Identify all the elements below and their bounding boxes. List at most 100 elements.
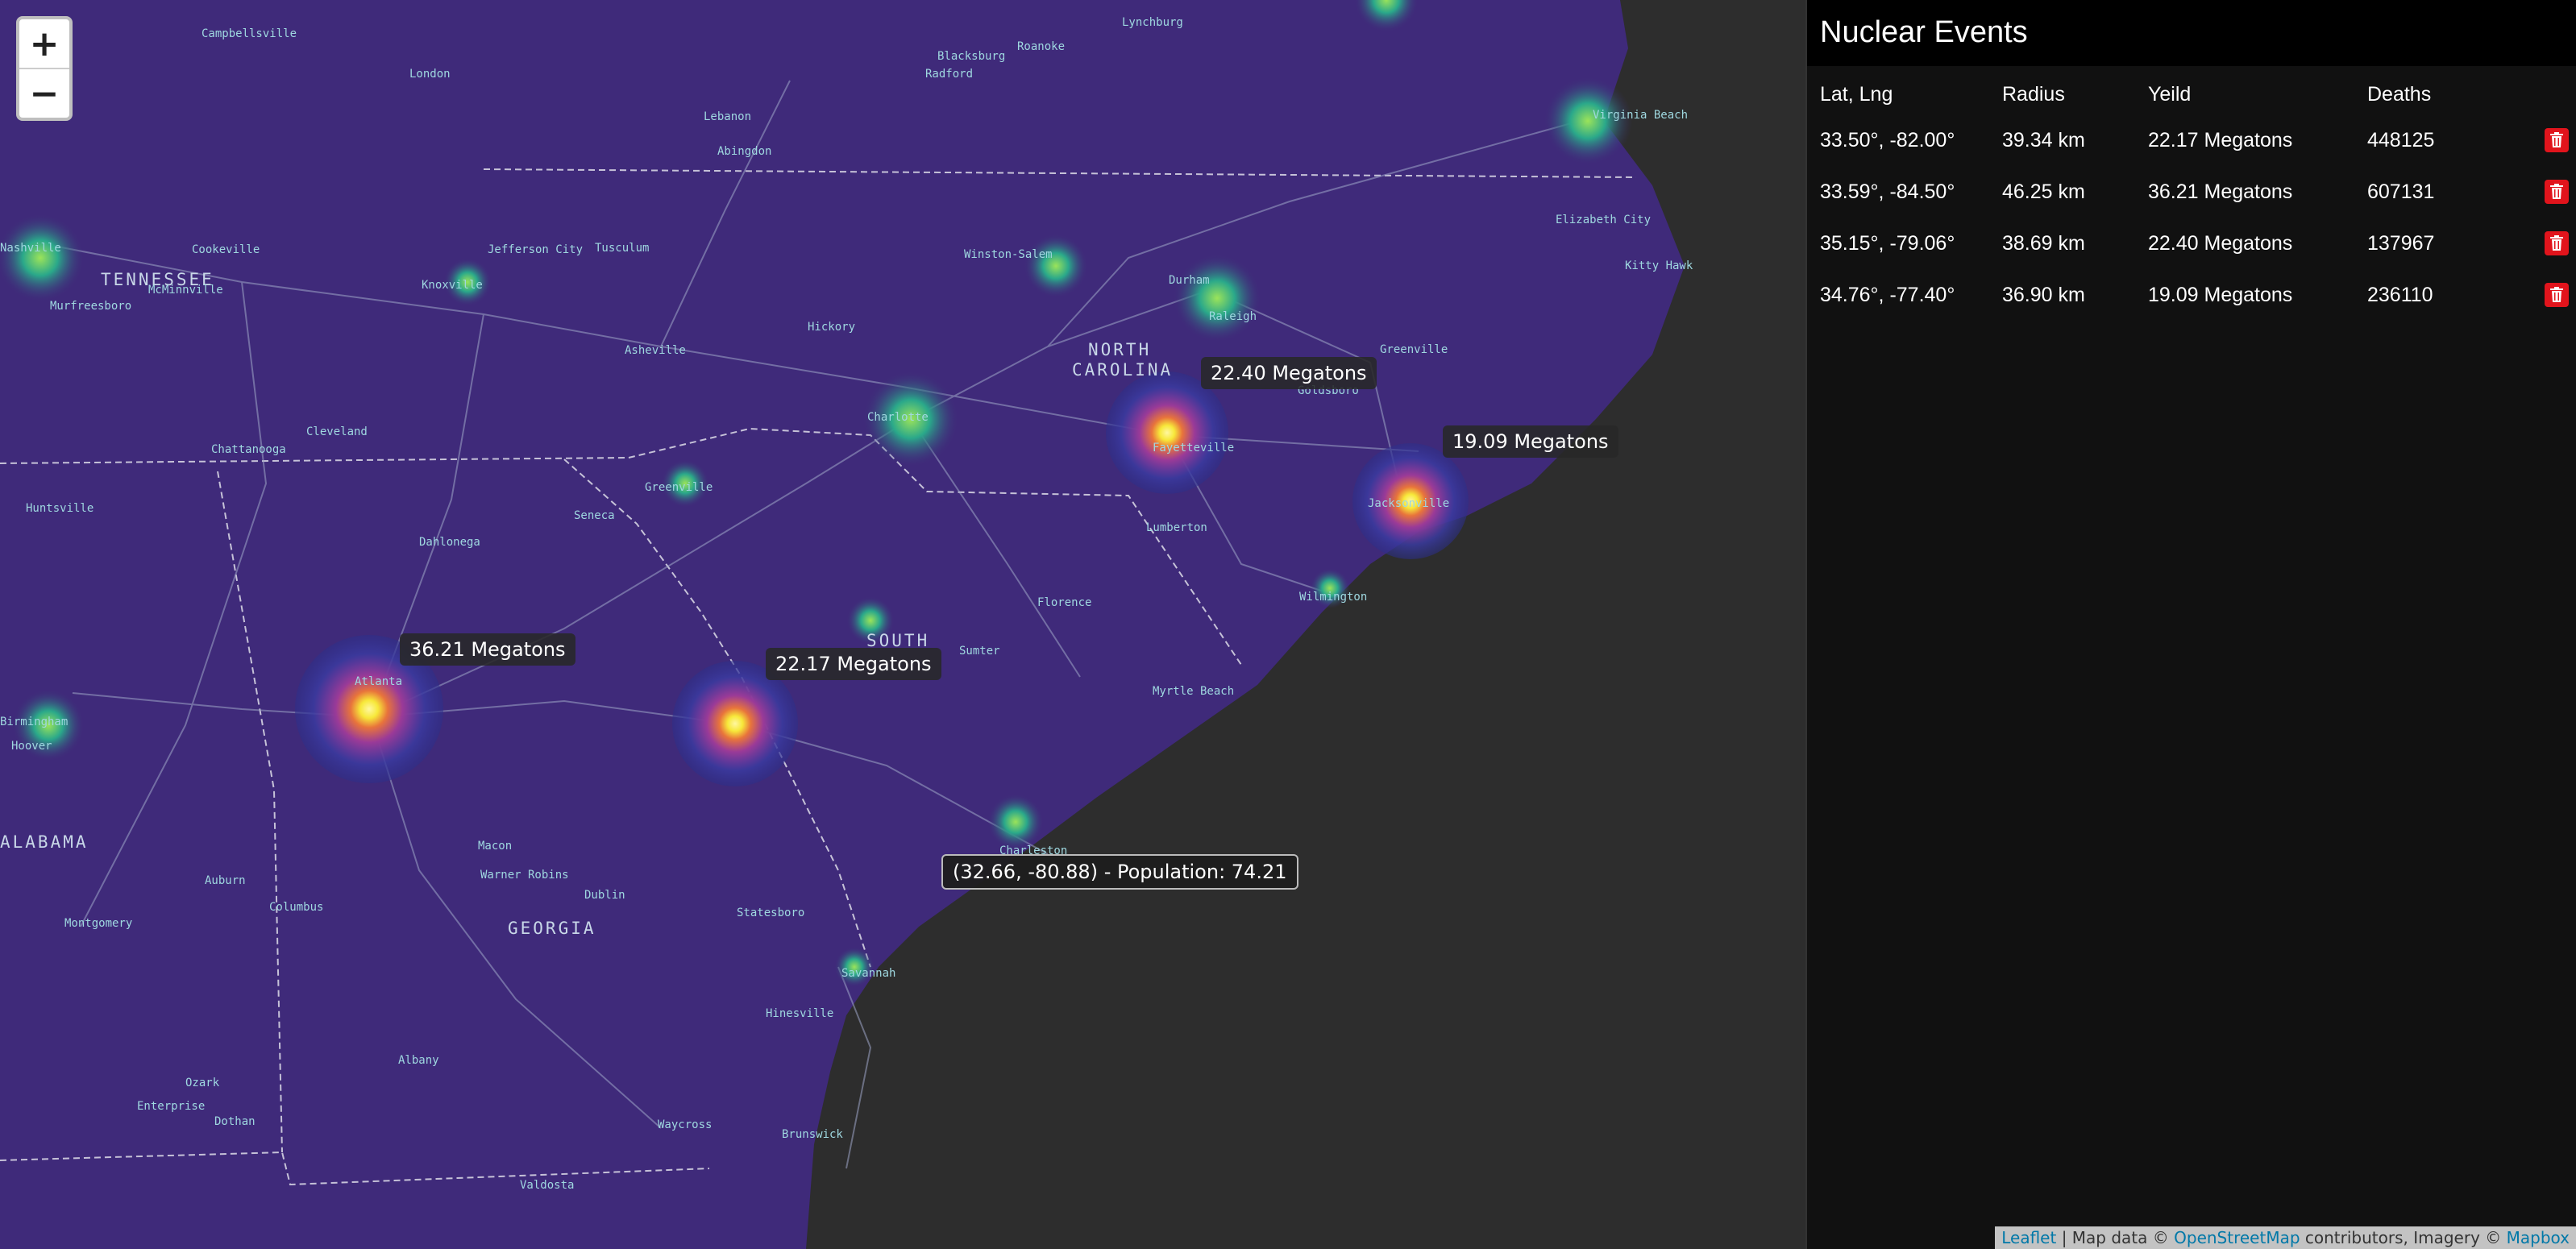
cell-actions: [2520, 114, 2569, 166]
app: TENNESSEE NORTH CAROLINA SOUTH GEORGIA A…: [0, 0, 2576, 1249]
city-label: Chattanooga: [211, 443, 286, 456]
city-label: Ozark: [185, 1077, 220, 1089]
cell-yield: 22.17 Megatons: [2148, 128, 2293, 151]
delete-button[interactable]: [2545, 231, 2569, 256]
city-label: Fayetteville: [1153, 442, 1235, 454]
city-label: Asheville: [625, 344, 686, 357]
city-label: Elizabeth City: [1556, 214, 1652, 226]
city-label: Jacksonville: [1368, 497, 1450, 510]
city-label: Jefferson City: [488, 243, 584, 256]
city-label: Lumberton: [1146, 521, 1207, 534]
cell-radius: 46.25 km: [2002, 180, 2085, 203]
city-label: Albany: [398, 1054, 439, 1067]
cell-yield: 22.40 Megatons: [2148, 231, 2293, 255]
city-label: Dothan: [214, 1115, 256, 1128]
city-label: Nashville: [0, 242, 61, 255]
city-label: Roanoke: [1017, 40, 1066, 53]
city-label: Dublin: [584, 889, 625, 902]
city-label: London: [409, 68, 451, 81]
city-label: Savannah: [841, 967, 896, 980]
city-label: Macon: [478, 840, 513, 853]
city-label: Abingdon: [717, 145, 772, 158]
cell-deaths: 448125: [2367, 128, 2435, 151]
city-label: Radford: [925, 68, 974, 81]
cell-deaths: 607131: [2367, 180, 2435, 203]
blast-tooltip: 22.40 Megatons: [1201, 357, 1377, 389]
column-header-actions: [2520, 74, 2569, 114]
city-label: Greenville: [1380, 343, 1448, 356]
cell-yield: 19.09 Megatons: [2148, 283, 2293, 306]
osm-link[interactable]: OpenStreetMap: [2174, 1228, 2300, 1247]
column-header-yield: Yeild: [2148, 82, 2192, 106]
city-label: McMinnville: [148, 284, 223, 297]
table-row: 35.15°, -79.06° 38.69 km 22.40 Megatons …: [1820, 218, 2569, 269]
city-label: Cookeville: [192, 243, 260, 256]
table-row: 33.50°, -82.00° 39.34 km 22.17 Megatons …: [1820, 114, 2569, 166]
city-label: Florence: [1037, 596, 1092, 609]
city-label: Campbellsville: [202, 27, 297, 40]
panel-title: Nuclear Events: [1807, 0, 2576, 66]
blast-tooltip: 22.17 Megatons: [766, 648, 941, 680]
zoom-out-button[interactable]: −: [19, 68, 69, 118]
attribution-text: contributors, Imagery ©: [2300, 1228, 2507, 1247]
trash-icon: [2550, 184, 2563, 200]
city-label: Columbus: [269, 901, 324, 914]
state-label: ALABAMA: [0, 832, 89, 852]
cell-radius: 39.34 km: [2002, 128, 2085, 151]
city-label: Greenville: [645, 481, 713, 494]
city-label: Raleigh: [1209, 310, 1257, 323]
city-label: Hinesville: [766, 1007, 834, 1020]
cell-yield: 36.21 Megatons: [2148, 180, 2293, 203]
cell-deaths: 236110: [2367, 283, 2433, 306]
trash-icon: [2550, 287, 2563, 303]
cell-deaths: 137967: [2367, 231, 2435, 255]
city-label: Charlotte: [867, 411, 929, 424]
city-label: Waycross: [658, 1118, 713, 1131]
cell-actions: [2520, 269, 2569, 321]
table-row: 33.59°, -84.50° 46.25 km 36.21 Megatons …: [1820, 166, 2569, 218]
city-label: Dahlonega: [419, 536, 480, 549]
city-label: Winston-Salem: [964, 248, 1053, 261]
city-label: Huntsville: [26, 502, 94, 515]
city-label: Virginia Beach: [1593, 109, 1689, 122]
trash-icon: [2550, 132, 2563, 148]
events-table: Lat, Lng Radius Yeild Deaths 33.50°, -82…: [1820, 74, 2569, 321]
map-tiles[interactable]: [0, 0, 1805, 1249]
cell-radius: 38.69 km: [2002, 231, 2085, 255]
cell-radius: 36.90 km: [2002, 283, 2085, 306]
city-label: Hoover: [11, 740, 52, 753]
zoom-in-button[interactable]: +: [19, 19, 69, 68]
state-label: NORTH: [1088, 340, 1152, 359]
city-label: Knoxville: [422, 279, 483, 292]
column-header-deaths: Deaths: [2367, 82, 2432, 106]
city-label: Sumter: [959, 645, 1000, 658]
mapbox-link[interactable]: Mapbox: [2507, 1228, 2570, 1247]
delete-button[interactable]: [2545, 128, 2569, 153]
map[interactable]: TENNESSEE NORTH CAROLINA SOUTH GEORGIA A…: [0, 0, 1805, 1249]
delete-button[interactable]: [2545, 283, 2569, 308]
cell-actions: [2520, 218, 2569, 269]
map-attribution: Leaflet | Map data © OpenStreetMap contr…: [1995, 1226, 2576, 1249]
column-header-latlng: Lat, Lng: [1820, 82, 1893, 106]
leaflet-link[interactable]: Leaflet: [2001, 1228, 2056, 1247]
city-label: Seneca: [574, 509, 615, 522]
city-label: Murfreesboro: [50, 300, 132, 313]
delete-button[interactable]: [2545, 180, 2569, 205]
blast-tooltip: 19.09 Megatons: [1443, 425, 1618, 458]
city-label: Enterprise: [137, 1100, 206, 1113]
land-area: [0, 0, 1685, 1249]
cell-latlng: 35.15°, -79.06°: [1820, 231, 1955, 255]
city-label: Warner Robins: [480, 869, 569, 882]
city-label: Auburn: [205, 874, 246, 887]
city-label: Durham: [1169, 274, 1210, 287]
city-label: Blacksburg: [937, 50, 1006, 63]
city-label: Hickory: [808, 321, 856, 334]
state-label: CAROLINA: [1072, 360, 1174, 380]
city-label: Brunswick: [782, 1128, 843, 1141]
cell-latlng: 34.76°, -77.40°: [1820, 283, 1955, 306]
state-label: GEORGIA: [508, 919, 596, 938]
attribution-text: | Map data ©: [2056, 1228, 2175, 1247]
zoom-control: + −: [16, 16, 73, 121]
city-label: Myrtle Beach: [1153, 685, 1235, 698]
blast-circle[interactable]: [1106, 371, 1228, 494]
